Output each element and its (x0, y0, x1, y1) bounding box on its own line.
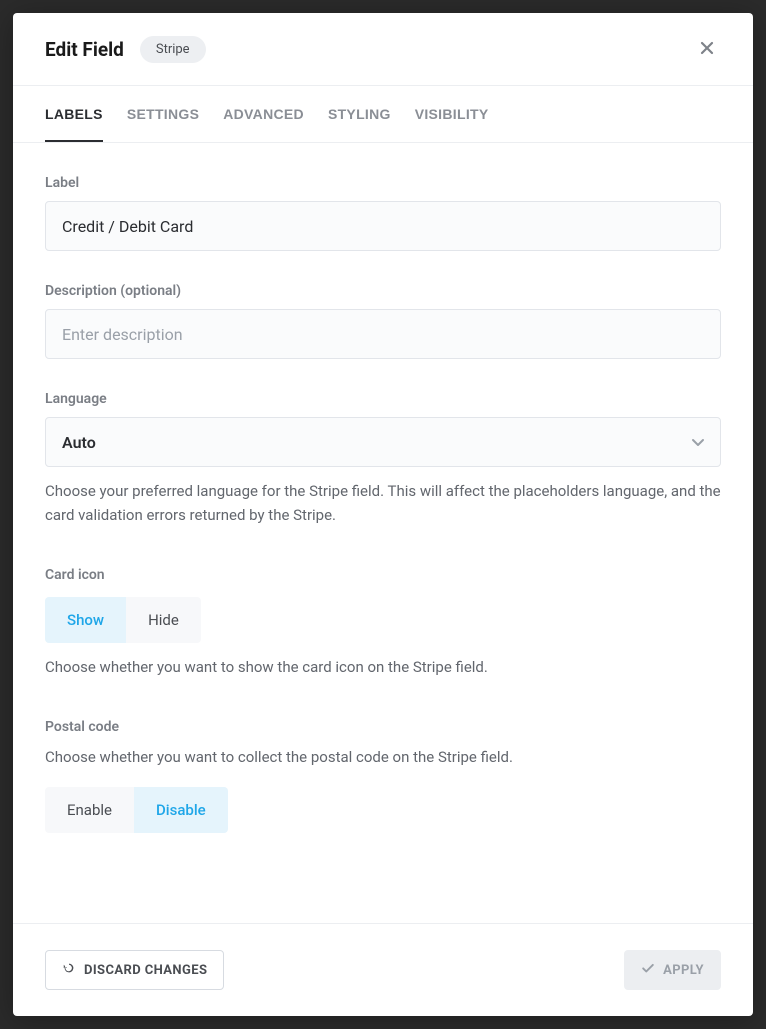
modal-footer: DISCARD CHANGES APPLY (13, 923, 753, 1016)
card-icon-field-group: Card icon Show Hide Choose whether you w… (45, 567, 721, 679)
postal-code-enable-button[interactable]: Enable (45, 787, 134, 833)
tab-labels[interactable]: LABELS (45, 86, 103, 142)
tab-visibility[interactable]: VISIBILITY (415, 86, 489, 142)
description-field-title: Description (optional) (45, 283, 721, 299)
apply-button[interactable]: APPLY (624, 950, 721, 990)
card-icon-show-button[interactable]: Show (45, 597, 126, 643)
language-help-text: Choose your preferred language for the S… (45, 479, 721, 527)
card-icon-help-text: Choose whether you want to show the card… (45, 655, 721, 679)
label-field-group: Label (45, 175, 721, 251)
language-field-title: Language (45, 391, 721, 407)
modal-body: Label Description (optional) Language Au… (13, 143, 753, 923)
label-field-title: Label (45, 175, 721, 191)
card-icon-field-title: Card icon (45, 567, 721, 583)
postal-code-field-title: Postal code (45, 719, 721, 735)
language-select[interactable]: Auto (45, 417, 721, 467)
postal-code-help-text: Choose whether you want to collect the p… (45, 745, 721, 769)
description-field-group: Description (optional) (45, 283, 721, 359)
card-icon-toggle: Show Hide (45, 597, 201, 643)
postal-code-field-group: Postal code Choose whether you want to c… (45, 719, 721, 833)
edit-field-modal: Edit Field Stripe LABELS SETTINGS ADVANC… (13, 13, 753, 1016)
modal-header-left: Edit Field Stripe (45, 36, 206, 63)
language-field-group: Language Auto Choose your preferred lang… (45, 391, 721, 527)
discard-changes-button[interactable]: DISCARD CHANGES (45, 950, 224, 990)
postal-code-toggle: Enable Disable (45, 787, 228, 833)
description-input[interactable] (45, 309, 721, 359)
label-input[interactable] (45, 201, 721, 251)
field-type-badge: Stripe (140, 36, 206, 63)
modal-header: Edit Field Stripe (13, 13, 753, 86)
tab-settings[interactable]: SETTINGS (127, 86, 199, 142)
card-icon-hide-button[interactable]: Hide (126, 597, 201, 643)
close-button[interactable] (693, 35, 721, 63)
check-icon (641, 961, 655, 979)
postal-code-disable-button[interactable]: Disable (134, 787, 228, 833)
undo-icon (62, 961, 76, 979)
modal-title: Edit Field (45, 38, 124, 61)
tabs: LABELS SETTINGS ADVANCED STYLING VISIBIL… (13, 86, 753, 143)
discard-changes-label: DISCARD CHANGES (84, 963, 207, 978)
tab-styling[interactable]: STYLING (328, 86, 391, 142)
language-select-wrap: Auto (45, 417, 721, 467)
tab-advanced[interactable]: ADVANCED (223, 86, 304, 142)
apply-label: APPLY (663, 963, 704, 978)
close-icon (699, 40, 715, 59)
